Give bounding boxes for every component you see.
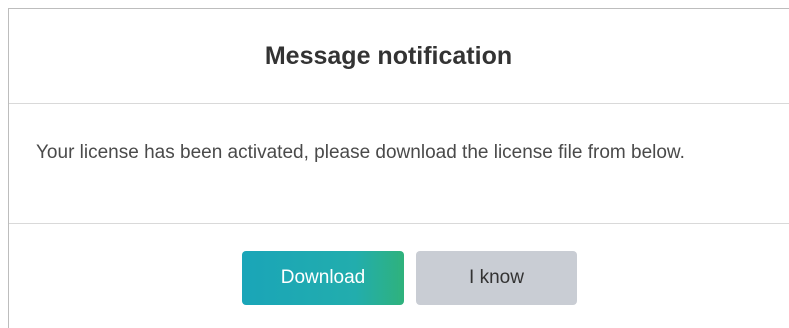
dialog-body: Your license has been activated, please … — [9, 104, 789, 224]
message-dialog: Message notification Your license has be… — [8, 8, 789, 328]
i-know-button[interactable]: I know — [416, 251, 577, 305]
dialog-title: Message notification — [264, 41, 513, 70]
dialog-footer: Download I know — [9, 224, 789, 324]
dialog-message: Your license has been activated, please … — [36, 142, 685, 163]
download-button[interactable]: Download — [242, 251, 404, 305]
dialog-header: Message notification — [9, 9, 789, 104]
